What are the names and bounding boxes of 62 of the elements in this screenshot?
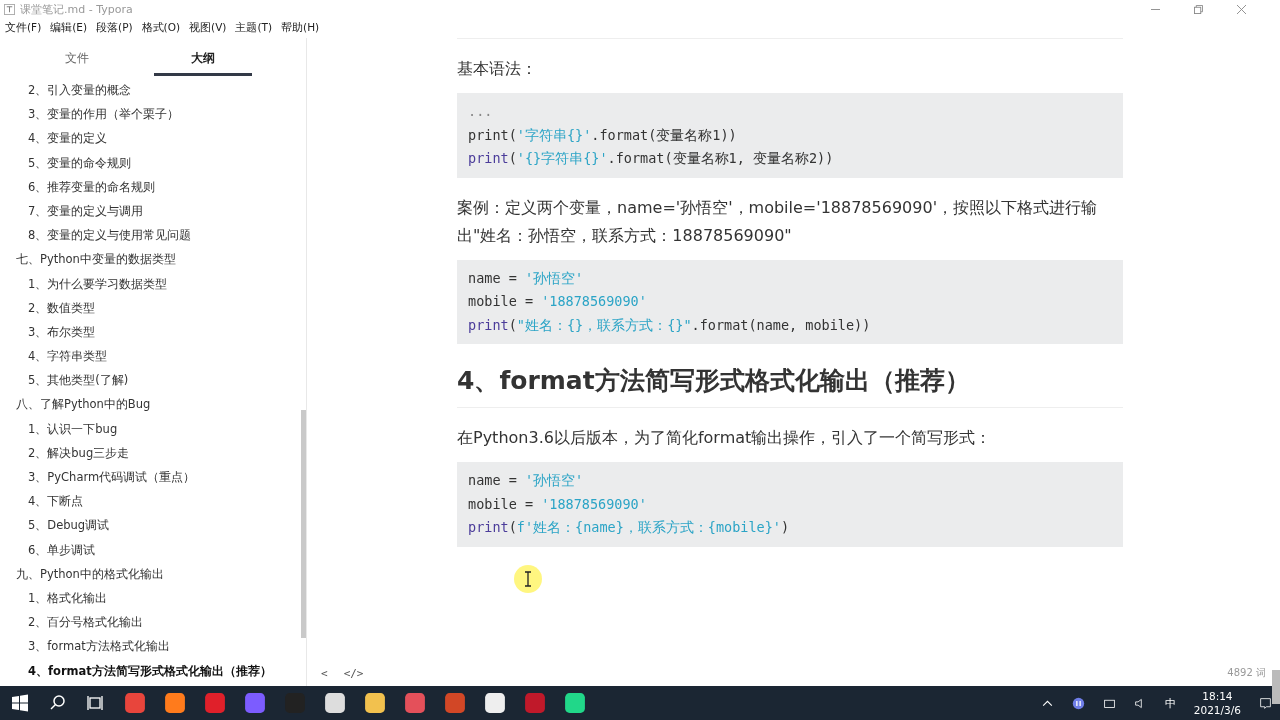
sidebar-tab[interactable]: 文件: [28, 38, 126, 78]
notification-icon[interactable]: [1259, 696, 1272, 710]
paragraph: 基本语法：: [457, 58, 538, 80]
outline-item[interactable]: 4、字符串类型: [0, 344, 301, 369]
app-icon[interactable]: [564, 692, 586, 714]
word-count: 4892 词: [1227, 666, 1266, 680]
outline-item[interactable]: 8、变量的定义与使用常见问题: [0, 223, 301, 248]
outline-item[interactable]: 2、数值类型: [0, 295, 301, 320]
app-icon[interactable]: [484, 692, 506, 714]
close-icon[interactable]: [1237, 4, 1246, 14]
menu-item[interactable]: 主题(T): [235, 21, 273, 35]
outline-item[interactable]: 3、format方法格式化输出: [0, 634, 301, 659]
restore-icon[interactable]: [1194, 4, 1203, 14]
outline-item[interactable]: 1、为什么要学习数据类型: [0, 271, 301, 296]
outline-item[interactable]: 七、Python中变量的数据类型: [0, 247, 301, 272]
menu-item[interactable]: 编辑(E): [50, 21, 88, 35]
menu-item[interactable]: 文件(F): [5, 21, 42, 35]
paragraph: 案例：定义两个变量，name='孙悟空'，mobile='18878569090'，按照以下格式进行输出"姓名：孙悟空，联系方式：18878569090": [457, 196, 1099, 247]
outline-item[interactable]: 7、变量的定义与调用: [0, 198, 301, 224]
code-block: name = '孙悟空' mobile = '18878569090' print("姓名：{}，联系方式：{}".format(name, mobile)): [457, 259, 1123, 344]
scrollbar[interactable]: [301, 410, 306, 638]
sidebar-toggle-button[interactable]: <: [321, 666, 328, 680]
outline-item[interactable]: 2、解决bug三步走: [0, 440, 301, 465]
outline-item[interactable]: 6、单步调试: [0, 537, 301, 562]
outline-item[interactable]: 2、百分号格式化输出: [0, 610, 301, 635]
scrollbar[interactable]: [1272, 670, 1280, 704]
outline-item[interactable]: 九、Python中的格式化输出: [0, 561, 301, 586]
source-mode-button[interactable]: </>: [343, 666, 364, 680]
outline-item[interactable]: 1、认识一下bug: [0, 416, 301, 441]
clock[interactable]: 18:14 2021/3/6: [1193, 689, 1241, 717]
outline-item[interactable]: 3、变量的作用（举个栗子）: [0, 102, 301, 127]
sidebar-tab[interactable]: 大纲: [154, 38, 252, 76]
app-icon[interactable]: [324, 692, 346, 714]
outline-item[interactable]: 5、变量的命令规则: [0, 150, 301, 175]
outline-item[interactable]: 3、PyCharm代码调试（重点）: [0, 465, 301, 490]
menu-item[interactable]: 格式(O): [141, 21, 181, 35]
outline-item[interactable]: 3、布尔类型: [0, 319, 301, 345]
outline-item[interactable]: 4、变量的定义: [0, 126, 301, 151]
window-title: 课堂笔记.md - Typora: [20, 1, 134, 17]
input-method-indicator[interactable]: 中: [1164, 695, 1176, 711]
outline-item[interactable]: 5、Debug调试: [0, 513, 301, 538]
outline-item[interactable]: 2、引入变量的概念: [0, 78, 301, 103]
section-heading: 4、format方法简写形式格式化输出（推荐）: [457, 364, 1123, 408]
outline-item[interactable]: 6、推荐变量的命名规则: [0, 174, 301, 199]
task-view-icon[interactable]: [86, 693, 106, 713]
text-cursor-icon: [513, 563, 543, 594]
outline-item[interactable]: 5、其他类型(了解): [0, 368, 301, 393]
menu-item[interactable]: 段落(P): [96, 21, 133, 35]
code-block: name = '孙悟空' mobile = '18878569090' print(f'姓名：{name}，联系方式：{mobile}'): [457, 462, 1123, 547]
outline-item[interactable]: 4、下断点: [0, 489, 301, 514]
paragraph: 在Python3.6以后版本，为了简化format输出操作，引入了一个简写形式：: [457, 427, 993, 449]
menu-item[interactable]: 帮助(H): [281, 21, 320, 35]
outline-item[interactable]: 4、format方法简写形式格式化输出（推荐）: [0, 658, 301, 683]
menu-item[interactable]: 视图(V): [189, 21, 227, 35]
outline-item[interactable]: 八、了解Python中的Bug: [0, 392, 301, 417]
outline-item[interactable]: 1、格式化输出: [0, 585, 301, 611]
pause-icon[interactable]: [1071, 696, 1085, 710]
app-icon: [4, 3, 15, 15]
app-icon[interactable]: [364, 692, 386, 714]
windows-start-icon[interactable]: [10, 693, 30, 713]
app-icon[interactable]: [164, 692, 186, 714]
code-block: ... print('字符串{}'.format(变量名称1)) print('{}字符串{}'.format(变量名称1, 变量名称2)): [457, 93, 1123, 178]
